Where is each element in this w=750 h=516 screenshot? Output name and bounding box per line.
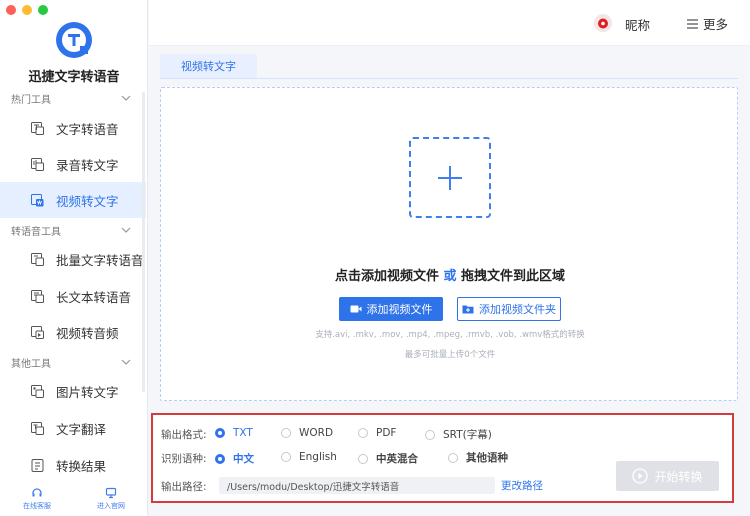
sidebar-item-label: 图片转文字 (56, 384, 119, 400)
conversion-options-panel: 输出格式: TXT WORD PDF SRT(字幕) 识别语种: 中文 Engl… (151, 413, 734, 503)
chevron-down-icon (121, 227, 131, 233)
output-path-label: 输出路径: (161, 481, 207, 493)
close-window-button[interactable] (6, 5, 16, 15)
add-video-file-label: 添加视频文件 (366, 303, 433, 316)
section-speech-tools[interactable]: 转语音工具 (0, 220, 148, 240)
dropzone-title-part1: 点击添加视频文件 (334, 269, 439, 284)
sidebar-item-label: 批量文字转语音 (56, 252, 144, 268)
avatar[interactable] (594, 14, 612, 32)
top-header: 昵称 更多 (149, 0, 750, 46)
menu-icon (687, 18, 698, 29)
language-option-label: 其他语种 (466, 452, 508, 464)
online-service-link[interactable]: 在线客服 (0, 482, 74, 516)
file-dropzone[interactable]: 点击添加视频文件 或 拖拽文件到此区域 添加视频文件 添加视频文件夹 支持.av… (160, 87, 738, 401)
image-to-text-icon (31, 384, 44, 398)
official-website-label: 进入官网 (97, 502, 125, 510)
window-controls (6, 5, 48, 15)
language-label: 识别语种: (161, 453, 207, 465)
app-logo-icon (56, 22, 92, 58)
play-icon (632, 468, 649, 484)
text-to-speech-icon (31, 121, 44, 135)
add-file-area[interactable] (409, 137, 491, 218)
chevron-down-icon (121, 359, 131, 365)
sidebar-item-results[interactable]: 转换结果 (0, 447, 146, 483)
start-conversion-button[interactable]: 开始转换 (616, 461, 719, 491)
sidebar-item-image-to-text[interactable]: 图片转文字 (0, 373, 146, 409)
sidebar-item-long-text-to-speech[interactable]: 长文本转语音 (0, 278, 146, 314)
sidebar-item-recording-to-text[interactable]: 录音转文字 (0, 146, 146, 182)
format-option-pdf[interactable]: PDF (358, 427, 396, 439)
sidebar-item-video-to-audio[interactable]: 视频转音频 (0, 314, 146, 350)
online-service-label: 在线客服 (23, 502, 51, 510)
video-camera-icon (350, 305, 361, 313)
more-menu-button[interactable]: 更多 (686, 14, 728, 33)
format-option-label: TXT (233, 427, 253, 439)
language-option-label: English (299, 451, 337, 463)
format-option-word[interactable]: WORD (281, 427, 333, 439)
upload-limit-hint: 最多可批量上传0个文件 (404, 350, 496, 360)
results-icon (31, 458, 44, 472)
sidebar-footer: 在线客服 进入官网 (0, 482, 148, 516)
dropzone-title: 点击添加视频文件 或 拖拽文件到此区域 (161, 265, 739, 284)
format-option-srt[interactable]: SRT(字幕) (425, 427, 492, 442)
sidebar-item-label: 长文本转语音 (56, 289, 132, 305)
format-option-label: PDF (376, 427, 397, 439)
sidebar-item-batch-text-to-speech[interactable]: 批量文字转语音 (0, 241, 146, 277)
language-option-chinese[interactable]: 中文 (215, 451, 254, 466)
maximize-window-button[interactable] (38, 5, 48, 15)
sidebar-item-label: 录音转文字 (56, 157, 119, 173)
headset-icon (32, 488, 42, 497)
section-label: 热门工具 (11, 94, 51, 106)
long-text-to-speech-icon (31, 289, 44, 303)
format-option-label: SRT(字幕) (443, 429, 492, 441)
chevron-down-icon (121, 95, 131, 101)
app-title: 迅捷文字转语音 (28, 70, 120, 85)
add-video-folder-label: 添加视频文件夹 (479, 303, 556, 316)
more-label: 更多 (703, 17, 729, 32)
output-format-label: 输出格式: (161, 429, 207, 441)
dropzone-title-part2: 拖拽文件到此区域 (461, 269, 566, 284)
sidebar-item-translate[interactable]: 文字翻译 (0, 410, 146, 446)
monitor-icon (105, 487, 117, 499)
sidebar-item-label: 视频转音频 (56, 325, 119, 341)
tab-video-to-text[interactable]: 视频转文字 (160, 54, 257, 78)
sidebar-item-text-to-speech[interactable]: 文字转语音 (0, 110, 146, 146)
sidebar-item-label: 文字翻译 (56, 421, 107, 437)
sidebar-item-label: 文字转语音 (56, 121, 119, 137)
language-option-label: 中文 (233, 453, 254, 465)
video-to-text-icon (31, 193, 44, 206)
language-option-english[interactable]: English (281, 451, 337, 463)
change-path-link[interactable]: 更改路径 (501, 478, 543, 493)
minimize-window-button[interactable] (22, 5, 32, 15)
add-video-file-button[interactable]: 添加视频文件 (339, 297, 443, 321)
section-label: 转语音工具 (11, 226, 61, 238)
add-video-folder-button[interactable]: 添加视频文件夹 (457, 297, 561, 321)
sidebar-scrollbar[interactable] (142, 92, 145, 392)
batch-text-to-speech-icon (31, 252, 44, 266)
nickname[interactable]: 昵称 (625, 15, 650, 34)
folder-icon (462, 305, 474, 314)
recording-to-text-icon (31, 157, 44, 171)
format-option-label: WORD (299, 427, 334, 439)
official-website-link[interactable]: 进入官网 (74, 482, 148, 516)
sidebar-item-label: 视频转文字 (56, 193, 119, 209)
output-path-input[interactable] (219, 477, 495, 494)
sidebar-item-label: 转换结果 (56, 458, 107, 474)
section-hot-tools[interactable]: 热门工具 (0, 88, 148, 108)
translate-icon (31, 421, 44, 435)
section-label: 其他工具 (11, 358, 51, 370)
tab-divider (160, 78, 738, 79)
supported-formats-hint: 支持.avi, .mkv, .mov, .mp4, .mpeg, .rmvb, … (315, 330, 585, 340)
format-option-txt[interactable]: TXT (215, 427, 253, 439)
language-option-mixed[interactable]: 中英混合 (358, 451, 418, 466)
dropzone-title-or: 或 (443, 269, 457, 284)
language-option-label: 中英混合 (376, 453, 418, 465)
language-option-other[interactable]: 其他语种 (448, 450, 508, 465)
start-conversion-label: 开始转换 (654, 469, 703, 484)
section-other-tools[interactable]: 其他工具 (0, 352, 148, 372)
video-to-audio-icon (31, 325, 44, 339)
sidebar-item-video-to-text[interactable]: 视频转文字 (0, 182, 146, 218)
plus-icon (438, 165, 462, 190)
sidebar: 迅捷文字转语音 热门工具 文字转语音 录音转文字 视频转文字 转语音工具 批量文… (0, 0, 148, 516)
